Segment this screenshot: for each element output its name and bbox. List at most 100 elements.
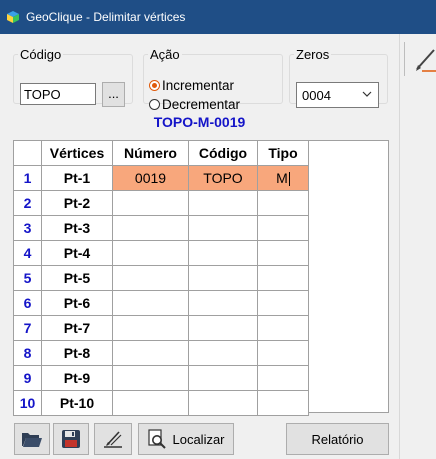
save-button[interactable] [53,423,89,455]
table-row[interactable]: 5 Pt-5 [13,265,309,291]
cell-codigo[interactable] [188,290,258,316]
cell-vertice: Pt-2 [41,190,113,216]
row-number: 10 [13,390,42,416]
table-row[interactable]: 6 Pt-6 [13,290,309,316]
cell-numero[interactable] [112,240,189,266]
cell-tipo[interactable] [257,365,309,391]
relatorio-button[interactable]: Relatório [286,423,389,455]
row-number: 9 [13,365,42,391]
cell-tipo[interactable] [257,390,309,416]
folder-open-icon [22,433,42,447]
table-row[interactable]: 3 Pt-3 [13,215,309,241]
acao-legend: Ação [150,47,180,62]
cell-numero[interactable] [112,190,189,216]
table-row[interactable]: 2 Pt-2 [13,190,309,216]
radio-decrementar-label: Decrementar [162,97,241,112]
row-number: 6 [13,290,42,316]
table-row[interactable]: 7 Pt-7 [13,315,309,341]
cell-vertice: Pt-6 [41,290,113,316]
cell-tipo[interactable]: M [257,165,309,191]
cell-tipo[interactable] [257,190,309,216]
app-logo-icon [7,11,19,23]
cell-vertice: Pt-4 [41,240,113,266]
cell-vertice: Pt-5 [41,265,113,291]
cell-vertice: Pt-1 [41,165,113,191]
cell-vertice: Pt-7 [41,315,113,341]
row-number: 8 [13,340,42,366]
pen-icon[interactable] [414,45,436,73]
cell-codigo[interactable] [188,390,258,416]
radio-selected-indicator[interactable] [149,80,160,91]
table-row[interactable]: 9 Pt-9 [13,365,309,391]
table-row[interactable]: 10 Pt-10 [13,390,309,416]
open-button[interactable] [14,423,50,455]
acao-group: Ação Incrementar Decrementar [143,47,283,112]
point-code-heading: TOPO-M-0019 [153,114,246,130]
cell-tipo[interactable] [257,340,309,366]
cell-tipo[interactable] [257,240,309,266]
floppy-disk-icon [62,430,80,448]
table-row[interactable]: 1 Pt-1 0019 TOPO M [13,165,309,191]
cell-codigo[interactable] [188,215,258,241]
localizar-label: Localizar [172,431,225,447]
cell-numero[interactable] [112,290,189,316]
cell-codigo[interactable] [188,265,258,291]
cell-codigo[interactable]: TOPO [188,165,258,191]
table-row[interactable]: 8 Pt-8 [13,340,309,366]
codigo-input[interactable] [20,83,96,105]
chevron-down-icon [362,91,372,97]
right-toolbar-strip [399,34,436,459]
radio-unselected-indicator[interactable] [149,99,160,110]
row-number: 7 [13,315,42,341]
cell-codigo[interactable] [188,190,258,216]
cell-codigo[interactable] [188,240,258,266]
cell-codigo[interactable] [188,315,258,341]
vertices-grid: Vértices Número Código Tipo 1 Pt-1 0019 … [13,140,309,416]
row-number: 2 [13,190,42,216]
cell-numero[interactable] [112,365,189,391]
cell-vertice: Pt-3 [41,215,113,241]
grid-header-row: Vértices Número Código Tipo [13,140,309,166]
dialog-body: Código ... Ação Incrementar Decrementar … [0,34,399,459]
draw-button[interactable] [94,423,132,455]
radio-incrementar-label: Incrementar [162,78,235,93]
row-number: 5 [13,265,42,291]
cell-numero[interactable] [112,265,189,291]
cell-numero[interactable] [112,215,189,241]
cell-tipo[interactable] [257,315,309,341]
cell-tipo[interactable] [257,265,309,291]
zeros-select[interactable]: 0004 [296,82,379,108]
col-header-numero[interactable]: Número [112,140,189,166]
col-header-tipo[interactable]: Tipo [257,140,309,166]
search-icon [148,429,167,449]
codigo-browse-button[interactable]: ... [102,82,125,107]
zeros-value: 0004 [302,87,331,103]
window-title: GeoClique - Delimitar vértices [26,10,186,24]
table-row[interactable]: 4 Pt-4 [13,240,309,266]
toolbar-separator [404,42,405,76]
zeros-legend: Zeros [296,47,330,62]
codigo-legend: Código [20,47,62,62]
cell-codigo[interactable] [188,340,258,366]
row-number: 1 [13,165,42,191]
cell-vertice: Pt-10 [41,390,113,416]
cell-numero[interactable]: 0019 [112,165,189,191]
pen-ruler-icon [104,431,122,448]
cell-codigo[interactable] [188,365,258,391]
col-header-codigo[interactable]: Código [188,140,258,166]
localizar-button[interactable]: Localizar [138,423,234,455]
grid-corner [13,140,42,166]
cell-numero[interactable] [112,390,189,416]
col-header-vertices[interactable]: Vértices [41,140,113,166]
radio-incrementar[interactable]: Incrementar [149,78,234,93]
cell-vertice: Pt-8 [41,340,113,366]
cell-numero[interactable] [112,340,189,366]
radio-decrementar[interactable]: Decrementar [149,97,240,112]
title-bar: GeoClique - Delimitar vértices [0,0,436,34]
codigo-group: Código ... [13,47,133,107]
text-cursor [288,172,290,187]
cell-tipo[interactable] [257,215,309,241]
cell-numero[interactable] [112,315,189,341]
cell-tipo[interactable] [257,290,309,316]
row-number: 3 [13,215,42,241]
